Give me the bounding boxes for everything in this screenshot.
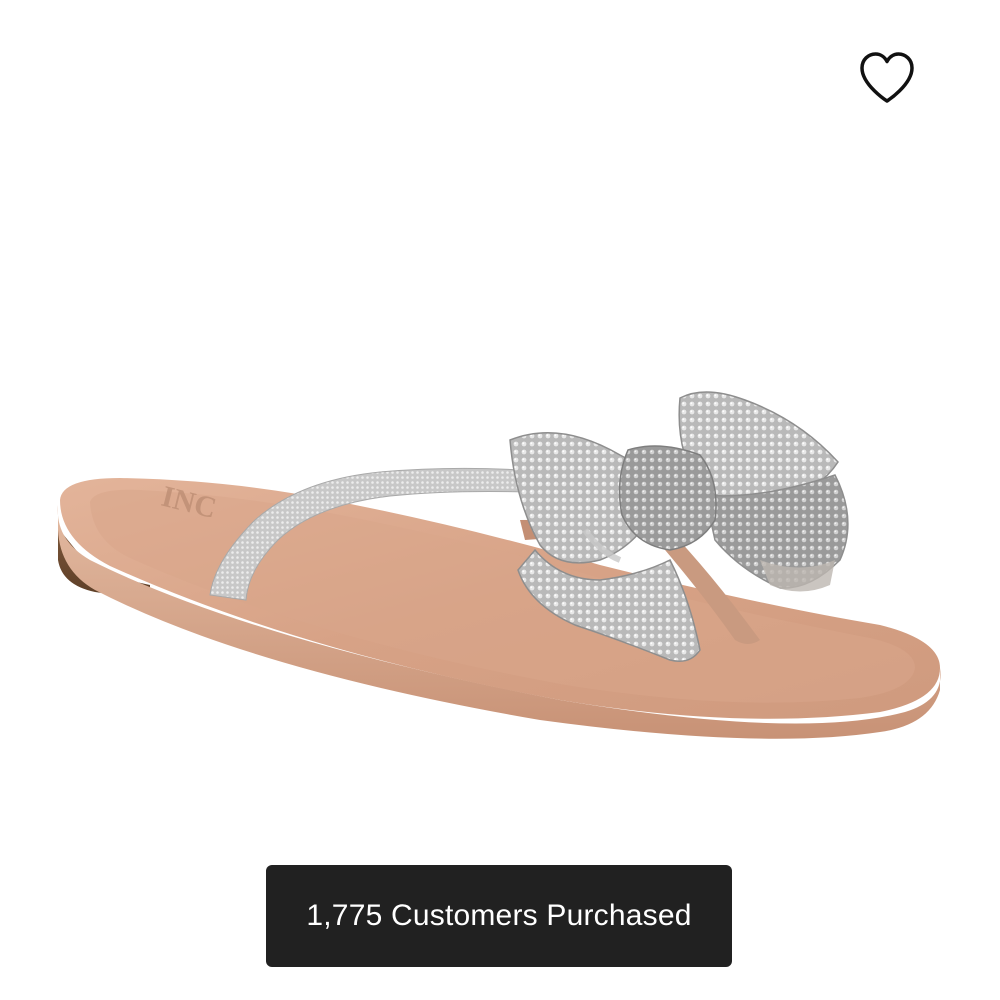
customers-purchased-text: 1,775 Customers Purchased (306, 899, 692, 932)
product-image[interactable]: INC (0, 0, 1000, 1000)
customers-purchased-badge: 1,775 Customers Purchased (266, 865, 732, 967)
wishlist-button[interactable] (854, 46, 920, 110)
product-card: INC 1,775 Customers Purchased (0, 0, 1000, 1000)
heart-outline-icon (860, 52, 914, 103)
